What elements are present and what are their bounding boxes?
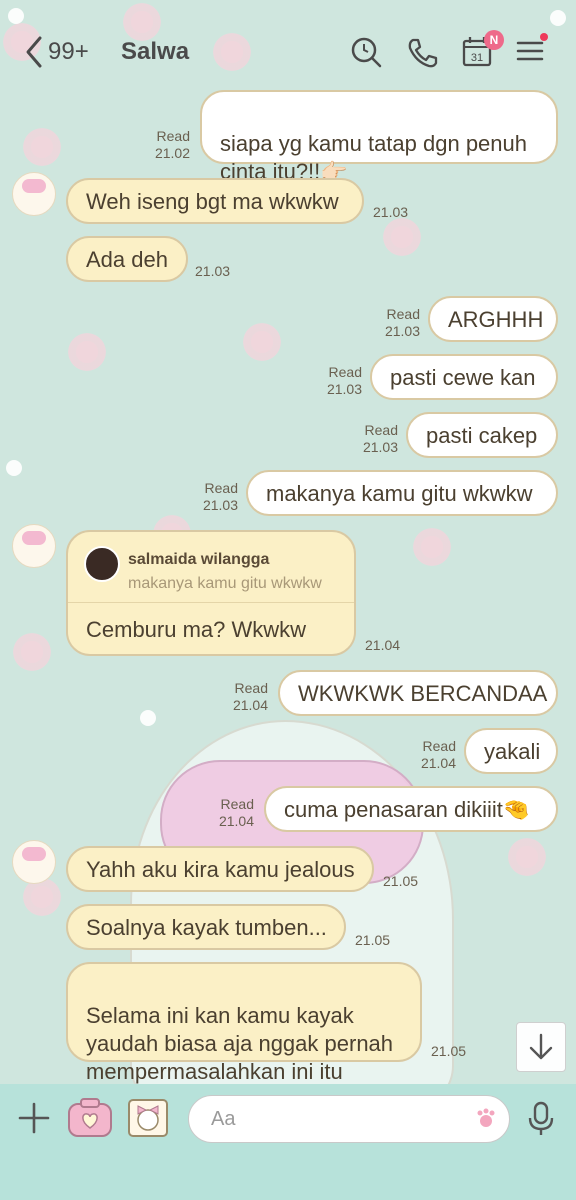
scroll-to-bottom-button[interactable] <box>516 1022 566 1072</box>
quoted-message[interactable]: salmaida wilangga makanya kamu gitu wkwk… <box>68 532 354 603</box>
read-receipt: Read <box>364 422 398 438</box>
message-time: 21.03 <box>373 204 409 220</box>
read-receipt: Read <box>422 738 456 754</box>
message-time: 21.05 <box>383 873 419 889</box>
message-bubble[interactable]: Soalnya kayak tumben... <box>66 904 346 950</box>
chat-title[interactable]: Salwa <box>121 38 189 66</box>
message-bubble[interactable]: ARGHHH <box>428 296 558 342</box>
unread-count[interactable]: 99+ <box>48 38 89 66</box>
chat-header: 99+ Salwa 31 N <box>0 0 576 86</box>
notification-badge: N <box>484 30 504 50</box>
contact-avatar[interactable] <box>12 524 56 568</box>
message-text: Weh iseng bgt ma wkwkw <box>86 189 339 214</box>
message-time: 21.04 <box>232 697 268 713</box>
read-receipt: Read <box>386 306 420 322</box>
message-text: cuma penasaran dikiiit🤏 <box>284 797 531 822</box>
message-text: yakali <box>484 739 541 764</box>
message-text: Yahh aku kira kamu jealous <box>86 857 355 882</box>
message-bubble[interactable]: Yahh aku kira kamu jealous <box>66 846 374 892</box>
read-receipt: Read <box>156 128 190 144</box>
message-bubble[interactable]: Selama ini kan kamu kayak yaudah biasa a… <box>66 962 422 1084</box>
menu-alert-dot <box>540 33 548 41</box>
read-receipt: Read <box>328 364 362 380</box>
message-bubble[interactable]: pasti cakep <box>406 412 558 458</box>
camera-icon[interactable] <box>66 1096 114 1140</box>
message-bubble[interactable]: WKWKWK BERCANDAA <box>278 670 558 716</box>
message-time: 21.05 <box>355 932 391 948</box>
message-bubble[interactable]: makanya kamu gitu wkwkw <box>246 470 558 516</box>
message-bubble[interactable]: Ada deh <box>66 236 188 282</box>
contact-avatar[interactable] <box>12 840 56 884</box>
message-text: WKWKWK BERCANDAA <box>298 681 548 706</box>
message-time: 21.04 <box>218 813 254 829</box>
message-meta: Read 21.03 <box>378 306 420 340</box>
emoji-icon[interactable] <box>474 1106 498 1130</box>
message-text: makanya kamu gitu wkwkw <box>266 481 533 506</box>
message-time: 21.04 <box>365 637 401 653</box>
message-text: ARGHHH <box>448 307 544 332</box>
message-time: 21.05 <box>431 1043 467 1059</box>
quoted-avatar <box>84 546 120 582</box>
message-meta: Read 21.04 <box>226 680 268 714</box>
message-meta: Read 21.03 <box>356 422 398 456</box>
message-time: 21.02 <box>154 145 190 161</box>
message-meta: Read 21.03 <box>196 480 238 514</box>
message-meta: Read 21.02 <box>150 128 190 162</box>
message-input[interactable]: Aa <box>188 1095 510 1143</box>
message-meta: Read 21.03 <box>320 364 362 398</box>
message-bubble[interactable]: cuma penasaran dikiiit🤏 <box>264 786 558 832</box>
message-text: Soalnya kayak tumben... <box>86 915 327 940</box>
read-receipt: Read <box>234 680 268 696</box>
message-time: 21.03 <box>195 263 231 279</box>
message-bubble-reply[interactable]: salmaida wilangga makanya kamu gitu wkwk… <box>66 530 356 656</box>
message-text: pasti cakep <box>426 423 538 448</box>
message-time: 21.03 <box>362 439 398 455</box>
read-receipt: Read <box>204 480 238 496</box>
message-time: 21.03 <box>384 323 420 339</box>
message-meta: Read 21.04 <box>414 738 456 772</box>
message-input-placeholder: Aa <box>211 1108 236 1130</box>
calendar-day: 31 <box>471 52 483 64</box>
message-bubble[interactable]: pasti cewe kan <box>370 354 558 400</box>
message-time: 21.04 <box>420 755 456 771</box>
message-composer: Aa <box>0 1084 576 1200</box>
search-icon[interactable] <box>346 32 386 72</box>
message-bubble[interactable]: yakali <box>464 728 558 774</box>
back-chevron-icon[interactable] <box>20 34 50 70</box>
message-text: pasti cewe kan <box>390 365 536 390</box>
sticker-icon[interactable] <box>126 1094 170 1140</box>
message-bubble[interactable]: Weh iseng bgt ma wkwkw <box>66 178 364 224</box>
message-bubble[interactable]: siapa yg kamu tatap dgn penuh cinta itu?… <box>200 90 558 184</box>
message-time: 21.03 <box>326 381 362 397</box>
chat-area[interactable]: Read 21.02 siapa yg kamu tatap dgn penuh… <box>0 86 576 1084</box>
message-time: 21.03 <box>202 497 238 513</box>
message-meta: Read 21.04 <box>212 796 254 830</box>
read-receipt: Read <box>220 796 254 812</box>
scroll-down-icon <box>529 1033 553 1060</box>
message-text: Selama ini kan kamu kayak yaudah biasa a… <box>86 1003 394 1084</box>
message-text: Ada deh <box>86 247 168 272</box>
contact-avatar[interactable] <box>12 172 56 216</box>
microphone-icon[interactable] <box>524 1100 558 1138</box>
phone-icon[interactable] <box>402 32 442 72</box>
plus-icon[interactable] <box>16 1100 52 1136</box>
message-text: Cemburu ma? Wkwkw <box>86 617 307 642</box>
quoted-text: makanya kamu gitu wkwkw <box>128 575 322 592</box>
